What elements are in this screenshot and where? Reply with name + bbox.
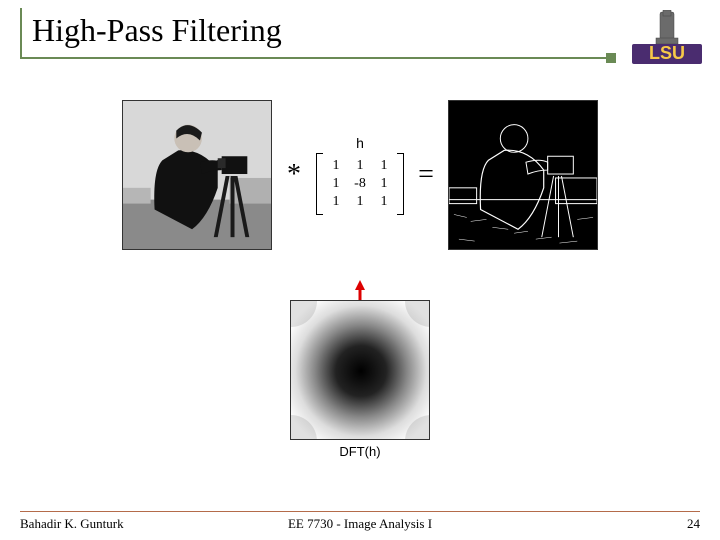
k22: 1 <box>372 193 396 211</box>
kernel-matrix: 1 1 1 1 -8 1 1 1 1 <box>316 153 404 215</box>
kernel: h 1 1 1 1 -8 1 1 1 1 <box>316 135 404 215</box>
k02: 1 <box>372 157 396 175</box>
equals-symbol: = <box>414 159 438 191</box>
logo-text: LSU <box>649 43 685 63</box>
input-image <box>122 100 272 250</box>
k21: 1 <box>348 193 372 211</box>
convolution-row: * h 1 1 1 1 -8 1 1 1 1 = <box>80 100 640 250</box>
dft-block: DFT(h) <box>290 300 430 459</box>
title-bar: High-Pass Filtering <box>20 8 610 59</box>
slide-body: * h 1 1 1 1 -8 1 1 1 1 = <box>0 90 720 500</box>
footer-author: Bahadir K. Gunturk <box>20 516 124 532</box>
lsu-logo: LSU <box>630 10 704 66</box>
slide-title: High-Pass Filtering <box>32 12 610 49</box>
footer: Bahadir K. Gunturk EE 7730 - Image Analy… <box>20 511 700 532</box>
dft-label: DFT(h) <box>339 444 380 459</box>
kernel-label: h <box>356 135 364 151</box>
output-image <box>448 100 598 250</box>
k20: 1 <box>324 193 348 211</box>
k12: 1 <box>372 175 396 193</box>
footer-page: 24 <box>687 516 700 532</box>
k11: -8 <box>348 175 372 193</box>
k10: 1 <box>324 175 348 193</box>
k01: 1 <box>348 157 372 175</box>
dft-image <box>290 300 430 440</box>
k00: 1 <box>324 157 348 175</box>
convolution-symbol: * <box>282 159 306 191</box>
footer-course: EE 7730 - Image Analysis I <box>288 516 432 532</box>
